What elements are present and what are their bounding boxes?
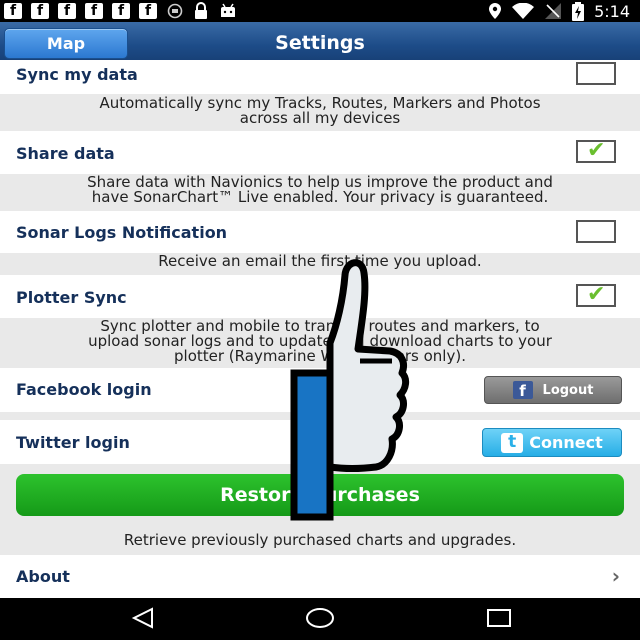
twitter-logo-icon: t	[501, 432, 524, 453]
setting-label: Twitter login	[16, 433, 130, 452]
recent-apps-icon[interactable]	[485, 606, 513, 630]
setting-label: Plotter Sync	[16, 288, 127, 307]
setting-label: Share data	[16, 144, 115, 163]
setting-row-sync[interactable]: Sync my data	[0, 60, 640, 94]
button-label: Connect	[529, 433, 603, 452]
setting-label: Sonar Logs Notification	[16, 223, 228, 242]
screen: f f f f f f 5:14 Map Settings Sync my da…	[0, 0, 640, 640]
setting-description: Automatically sync my Tracks, Routes, Ma…	[0, 96, 640, 130]
page-title: Settings	[275, 32, 365, 54]
setting-label: About	[16, 567, 70, 586]
setting-label: Sync my data	[16, 65, 138, 84]
description-line: Retrieve previously purchased charts and…	[123, 531, 517, 549]
checkmark-icon: ✔	[587, 282, 606, 307]
facebook-icon: f	[139, 3, 157, 19]
location-icon	[489, 3, 502, 19]
lock-icon	[195, 2, 207, 19]
system-nav-bar	[0, 598, 640, 640]
button-label: Logout	[542, 382, 594, 398]
facebook-icon: f	[31, 3, 49, 19]
description-line: across all my devices	[239, 109, 401, 127]
setting-row-share-data[interactable]: Share data ✔	[0, 131, 640, 174]
facebook-icon: f	[58, 3, 76, 19]
status-bar: f f f f f f 5:14	[0, 0, 640, 22]
system-icons: 5:14	[488, 1, 630, 21]
android-icon	[221, 3, 235, 17]
setting-description: Retrieve previously purchased charts and…	[0, 533, 640, 551]
clock: 5:14	[594, 1, 630, 21]
sync-checkbox[interactable]	[576, 62, 616, 85]
notification-icons: f f f f f f	[4, 2, 238, 20]
setting-label: Facebook login	[16, 380, 152, 399]
facebook-icon: f	[85, 3, 103, 19]
home-icon[interactable]	[305, 606, 335, 630]
back-icon[interactable]	[130, 606, 156, 630]
facebook-logout-button[interactable]: f Logout	[484, 376, 622, 404]
battery-charging-icon	[572, 1, 585, 21]
setting-row-about[interactable]: About ›	[0, 555, 640, 598]
sync-icon	[167, 3, 183, 19]
setting-description: Share data with Navionics to help us imp…	[0, 175, 640, 209]
plotter-sync-checkbox[interactable]: ✔	[576, 284, 616, 307]
description-line: have SonarChart™ Live enabled. Your priv…	[91, 188, 549, 206]
chevron-right-icon: ›	[611, 564, 620, 588]
wifi-icon	[512, 2, 535, 19]
twitter-connect-button[interactable]: t Connect	[482, 428, 622, 457]
facebook-logo-icon: f	[512, 381, 533, 399]
facebook-icon: f	[112, 3, 130, 19]
setting-row-sonar-logs[interactable]: Sonar Logs Notification	[0, 211, 640, 253]
thumbs-up-icon	[290, 259, 410, 521]
signal-icon	[545, 3, 562, 19]
sonar-logs-checkbox[interactable]	[576, 220, 616, 243]
facebook-icon: f	[4, 3, 22, 19]
share-data-checkbox[interactable]: ✔	[576, 140, 616, 163]
checkmark-icon: ✔	[587, 138, 606, 163]
